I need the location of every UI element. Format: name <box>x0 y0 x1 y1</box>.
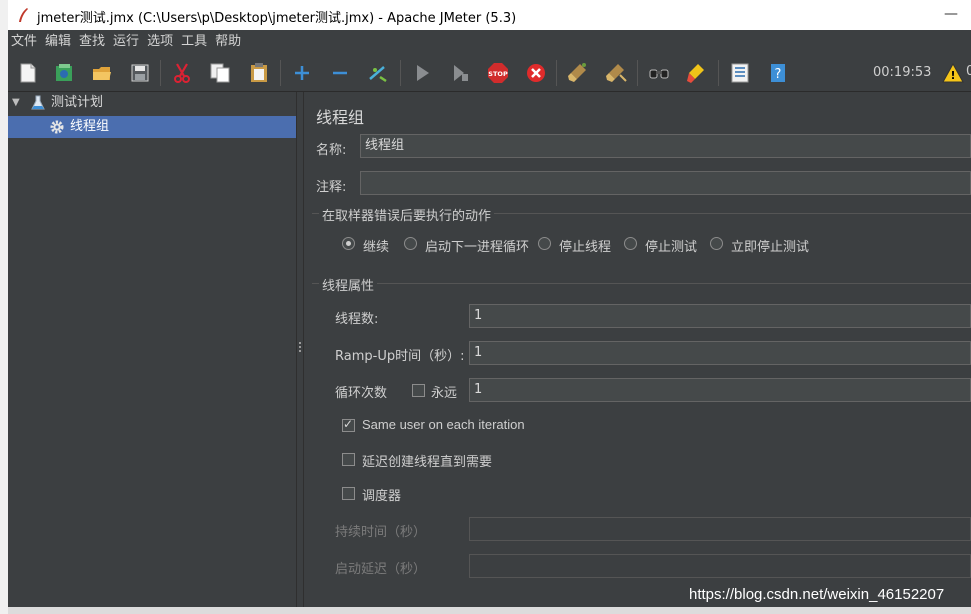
clear-all-icon[interactable] <box>604 61 628 85</box>
thread-props-group-title: 线程属性 <box>319 275 378 294</box>
watermark-text: https://blog.csdn.net/weixin_46152207 <box>689 586 945 603</box>
stop-icon[interactable]: STOP <box>486 61 510 85</box>
duration-label: 持续时间（秒） <box>335 525 427 540</box>
scheduler-checkbox[interactable] <box>342 487 355 500</box>
svg-text:!: ! <box>950 69 955 82</box>
menu-tools[interactable]: 工具 <box>177 30 211 53</box>
save-icon[interactable] <box>128 61 152 85</box>
radio-button[interactable] <box>624 237 637 250</box>
tree-item-label: 线程组 <box>70 119 110 134</box>
group-border <box>312 283 971 284</box>
menu-run[interactable]: 运行 <box>109 30 143 53</box>
radio-label: 停止测试 <box>645 240 698 255</box>
expand-icon[interactable] <box>290 61 314 85</box>
radio-button[interactable] <box>538 237 551 250</box>
jmeter-feather-icon <box>19 8 28 22</box>
rampup-field[interactable]: 1 <box>469 341 971 365</box>
toggle-icon[interactable] <box>366 61 390 85</box>
menu-file[interactable]: 文件 <box>8 30 41 53</box>
name-label: 名称: <box>316 143 347 158</box>
copy-icon[interactable] <box>208 61 232 85</box>
radio-label: 停止线程 <box>559 240 612 255</box>
radio-button[interactable] <box>342 237 355 250</box>
divider-grip[interactable] <box>299 342 302 356</box>
templates-icon[interactable] <box>52 61 76 85</box>
startup-delay-label: 启动延迟（秒） <box>335 562 427 577</box>
scheduler-label: 调度器 <box>362 489 402 504</box>
tree-item-test-plan[interactable]: ▼ 测试计划 <box>8 92 296 114</box>
radio-button[interactable] <box>710 237 723 250</box>
radio-label: 立即停止测试 <box>731 240 810 255</box>
menu-help[interactable]: 帮助 <box>211 30 245 53</box>
svg-text:?: ? <box>775 67 782 82</box>
elapsed-timer: 00:19:53 <box>873 65 932 80</box>
menu-bar: 文件 编辑 查找 运行 选项 工具 帮助 <box>8 30 971 53</box>
warning-icon[interactable]: ! <box>942 63 964 83</box>
radio-button[interactable] <box>404 237 417 250</box>
rampup-label: Ramp-Up时间（秒）: <box>335 349 465 364</box>
menu-search[interactable]: 查找 <box>75 30 109 53</box>
start-icon[interactable] <box>410 61 434 85</box>
radio-label: 启动下一进程循环 <box>425 240 530 255</box>
loop-count-label: 循环次数 <box>335 386 388 401</box>
start-no-pause-icon[interactable] <box>448 61 472 85</box>
threads-label: 线程数: <box>335 312 379 327</box>
radio-label: 继续 <box>363 240 390 255</box>
test-plan-tree: ▼ 测试计划 线程组 <box>8 92 296 607</box>
function-helper-icon[interactable] <box>728 61 752 85</box>
split-pane-divider[interactable] <box>296 92 304 607</box>
toolbar-separator <box>556 60 557 86</box>
window-title: jmeter测试.jmx (C:\Users\p\Desktop\jmeter测… <box>37 11 517 26</box>
loop-count-field[interactable]: 1 <box>469 378 971 402</box>
search-icon[interactable] <box>647 61 671 85</box>
forever-checkbox[interactable] <box>412 384 425 397</box>
toolbar-separator <box>160 60 161 86</box>
reset-search-icon[interactable] <box>685 61 709 85</box>
error-action-group-title: 在取样器错误后要执行的动作 <box>319 205 495 224</box>
open-icon[interactable] <box>90 61 114 85</box>
menu-options[interactable]: 选项 <box>143 30 177 53</box>
background-window-edge <box>8 607 971 614</box>
toolbar-separator <box>400 60 401 86</box>
title-bar: jmeter测试.jmx (C:\Users\p\Desktop\jmeter测… <box>8 0 971 30</box>
comment-label: 注释: <box>316 180 347 195</box>
duration-field <box>469 517 971 541</box>
jmeter-window: jmeter测试.jmx (C:\Users\p\Desktop\jmeter测… <box>8 0 971 607</box>
toolbar-separator <box>637 60 638 86</box>
forever-label: 永远 <box>431 386 458 401</box>
new-icon[interactable] <box>16 61 40 85</box>
name-field[interactable]: 线程组 <box>360 134 971 158</box>
toolbar-separator <box>280 60 281 86</box>
flask-icon <box>31 95 45 110</box>
toolbar-separator <box>718 60 719 86</box>
startup-delay-field <box>469 554 971 578</box>
panel-title: 线程组 <box>316 108 365 127</box>
shutdown-icon[interactable] <box>524 61 548 85</box>
toolbar: STOP ? 00:19:53 ! 0 <box>8 54 971 92</box>
delay-create-checkbox[interactable] <box>342 453 355 466</box>
cut-icon[interactable] <box>170 61 194 85</box>
clear-icon[interactable] <box>566 61 590 85</box>
menu-edit[interactable]: 编辑 <box>41 30 75 53</box>
minimize-button[interactable]: — <box>939 3 963 27</box>
comment-field[interactable] <box>360 171 971 195</box>
warning-count: 0 <box>966 64 971 79</box>
same-user-checkbox[interactable]: ✓ <box>342 417 355 432</box>
svg-text:STOP: STOP <box>488 70 508 78</box>
tree-item-label: 测试计划 <box>51 95 104 110</box>
check-icon: ✓ <box>343 417 354 431</box>
paste-icon[interactable] <box>247 61 271 85</box>
threads-field[interactable]: 1 <box>469 304 971 328</box>
delay-create-label: 延迟创建线程直到需要 <box>362 455 493 470</box>
same-user-label: Same user on each iteration <box>362 417 525 432</box>
tree-item-thread-group[interactable]: 线程组 <box>8 116 296 138</box>
gear-icon <box>50 120 64 134</box>
help-icon[interactable]: ? <box>766 61 790 85</box>
collapse-icon[interactable] <box>328 61 352 85</box>
thread-group-panel: 线程组 名称: 线程组 注释: 在取样器错误后要执行的动作 继续 启动下一进程循… <box>304 92 971 607</box>
expand-arrow-icon[interactable]: ▼ <box>12 92 20 114</box>
